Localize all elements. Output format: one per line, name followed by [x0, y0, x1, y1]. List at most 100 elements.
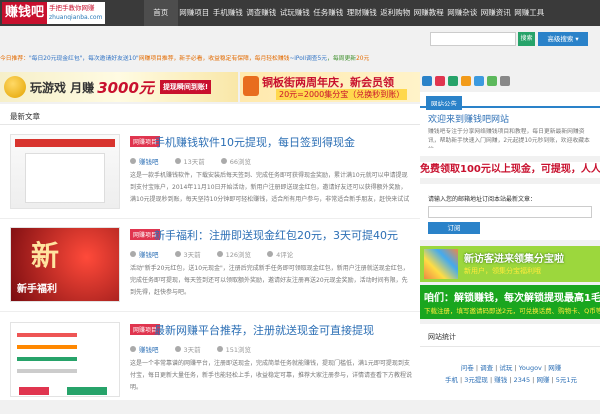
advanced-search-button[interactable]: 高级搜索 ▾	[538, 32, 588, 46]
banner-tag: 提现瞬间到账!	[159, 80, 212, 94]
list-item: 新新手福利 网赚项目 新手福利：注册即送现金红包20元，3天可提40元 赚钱吧 …	[0, 219, 420, 319]
site-logo[interactable]: 赚钱吧 手把手教你网赚 zhuanqianba.com	[2, 2, 114, 24]
post-excerpt: 活动"新手20元红包，送10元现金"，注册后完成新手任务即可领取现金红包，新用户…	[130, 265, 409, 296]
coin-icon	[4, 76, 26, 98]
stats-link[interactable]: 赚钱	[494, 376, 507, 384]
search-button[interactable]: 搜索	[518, 32, 535, 46]
subscribe-label: 请输入您的邮箱地址订阅本站最新文章：	[428, 196, 537, 203]
stats-link[interactable]: Yougov	[519, 364, 542, 372]
stats-link[interactable]: 网赚	[548, 364, 561, 372]
stats-link[interactable]: 手机	[445, 376, 458, 384]
stats-link[interactable]: 2345	[514, 376, 531, 384]
comment-icon	[267, 251, 274, 257]
divider	[420, 346, 600, 347]
nav-item[interactable]: 试玩赚钱	[278, 0, 312, 26]
post-meta: 赚钱吧 3天前 151浏览	[130, 344, 267, 354]
share-renren-icon[interactable]	[461, 76, 471, 86]
ad-title: 咱们：解锁赚钱，每次解锁提现最高1毛钱	[424, 293, 600, 304]
stats-link[interactable]: 5元1元	[556, 376, 577, 384]
share-douban-icon[interactable]	[487, 76, 497, 86]
eye-icon	[220, 158, 227, 164]
post-comments[interactable]: 4评论	[276, 249, 293, 259]
share-bar	[422, 76, 510, 86]
post-title[interactable]: 新手福利：注册即送现金红包20元，3天可提40元	[154, 227, 398, 243]
banner-title: 铜板街两周年庆，新会员领	[262, 76, 394, 89]
ad-subtitle: 下载注册，填写邀请码即送2元，可兑换话费、购物卡、Q币等	[424, 307, 600, 315]
nav-item[interactable]: 网赚工具	[513, 0, 547, 26]
banner-amount: 3000元	[97, 78, 154, 97]
nav-item[interactable]: 返利购物	[379, 0, 413, 26]
gift-icon	[243, 76, 259, 96]
stats-link[interactable]: 网赚	[536, 376, 549, 384]
post-title[interactable]: 手机赚钱软件10元提现，每日签到得现金	[154, 134, 355, 150]
share-tencent-icon[interactable]	[474, 76, 484, 86]
post-thumbnail[interactable]	[10, 322, 120, 397]
notice-text[interactable]: 20元	[356, 56, 369, 62]
nav-item[interactable]: 任务赚钱	[312, 0, 346, 26]
stats-link[interactable]: 试玩	[499, 364, 512, 372]
user-icon	[130, 346, 136, 352]
divider	[0, 124, 420, 125]
banner-game[interactable]: 玩游戏 月赚 3000元 提现瞬间到账!	[0, 72, 238, 102]
post-views: 66浏览	[229, 158, 252, 166]
subscribe-widget: 请输入您的邮箱地址订阅本站最新文章： 订阅	[420, 184, 600, 240]
post-author[interactable]: 赚钱吧	[139, 344, 159, 354]
post-thumbnail[interactable]	[10, 134, 120, 209]
stats-link[interactable]: 3元提现	[464, 376, 488, 384]
sidebar-notice: 网站公告 欢迎来到赚钱吧网站 赚钱吧专注于分享网络赚钱项目和教程，每日更新最新网…	[420, 92, 600, 156]
eye-icon	[216, 251, 223, 257]
nav-item[interactable]: 理财赚钱	[345, 0, 379, 26]
nav-item[interactable]: 手机赚钱	[211, 0, 245, 26]
subscribe-button[interactable]: 订阅	[428, 222, 480, 234]
post-title[interactable]: 最新网赚平台推荐，注册就送现金可直接提现	[154, 322, 374, 338]
nav-item[interactable]: 调查赚钱	[245, 0, 279, 26]
notice-title[interactable]: 欢迎来到赚钱吧网站	[428, 112, 509, 125]
post-date: 3天前	[183, 251, 201, 259]
nav-item[interactable]: 网赚杂谈	[446, 0, 480, 26]
post-meta: 赚钱吧 3天前 126浏览 4评论	[130, 249, 309, 259]
jifenbao-ad[interactable]: 新访客进来领集分宝啦 新用户，领集分宝福利哦	[420, 246, 600, 282]
post-date: 13天前	[183, 158, 205, 166]
ad-title: 新访客进来领集分宝啦	[464, 254, 564, 265]
logo-slogan: 手把手教你网赚	[49, 4, 95, 12]
list-item: 网赚项目 最新网赚平台推荐，注册就送现金可直接提现 赚钱吧 3天前 151浏览 …	[10, 314, 415, 414]
nav-item[interactable]: 网赚项目	[178, 0, 212, 26]
post-thumbnail[interactable]: 新新手福利	[10, 227, 120, 302]
divider	[0, 311, 420, 312]
post-meta: 赚钱吧 13天前 66浏览	[130, 156, 267, 166]
post-excerpt: 这是一款手机赚钱软件，下载安装后每天签到、完成任务即可获得现金奖励，累计满10元…	[130, 172, 410, 203]
banner-tongbanjie[interactable]: 铜板街两周年庆，新会员领 20元=2000集分宝（兑换秒到账）	[240, 72, 420, 102]
nav-item-home[interactable]: 首页	[144, 0, 178, 26]
user-icon	[130, 251, 136, 257]
banner-text: 玩游戏 月赚	[30, 80, 95, 95]
share-weibo-icon[interactable]	[435, 76, 445, 86]
main-nav: 首页 网赚项目 手机赚钱 调查赚钱 试玩赚钱 任务赚钱 理财赚钱 返利购物 网赚…	[144, 0, 546, 26]
notice-link[interactable]: "每日20元现金红包"，每次邀请好友送10"	[29, 56, 139, 62]
post-author[interactable]: 赚钱吧	[139, 156, 159, 166]
post-author[interactable]: 赚钱吧	[139, 249, 159, 259]
article-list: 最新文章 网赚项目 手机赚钱软件10元提现，每日签到得现金 赚钱吧 13天前 6…	[0, 104, 420, 400]
stats-links: 问卷 | 调查 | 试玩 | Yougov | 网赚 手机 | 3元提现 | 赚…	[444, 364, 578, 384]
share-more-icon[interactable]	[500, 76, 510, 86]
stats-link[interactable]: 问卷	[461, 364, 474, 372]
share-wechat-icon[interactable]	[448, 76, 458, 86]
post-excerpt: 这是一个非常靠谱的网赚平台，注册即送现金，完成简单任务就能赚钱，提现门槛低，满1…	[130, 360, 412, 391]
notice-text[interactable]: 网赚项目推荐，新手必看，收益稳定有保障，每月轻松赚钱	[139, 56, 290, 62]
email-field[interactable]	[428, 206, 592, 218]
clock-icon	[174, 346, 181, 352]
clock-icon	[174, 158, 181, 164]
share-qzone-icon[interactable]	[422, 76, 432, 86]
top-navbar: 赚钱吧 手把手教你网赚 zhuanqianba.com 首页 网赚项目 手机赚钱…	[0, 0, 600, 26]
search-input[interactable]	[430, 32, 516, 46]
tangram-icon	[424, 249, 458, 279]
post-views: 126浏览	[225, 251, 252, 259]
unlock-ad[interactable]: 咱们：解锁赚钱，每次解锁提现最高1毛钱 下载注册，填写邀请码即送2元，可兑换话费…	[420, 285, 600, 319]
nav-item[interactable]: 网赚资讯	[479, 0, 513, 26]
nav-item[interactable]: 网赚教程	[412, 0, 446, 26]
banner-subtitle: 20元=2000集分宝（兑换秒到账）	[276, 89, 408, 100]
stats-link[interactable]: 调查	[480, 364, 493, 372]
notice-link[interactable]: ~iPoll调查5元	[289, 56, 327, 62]
list-item: 网赚项目 手机赚钱软件10元提现，每日签到得现金 赚钱吧 13天前 66浏览 这…	[0, 126, 420, 226]
clock-icon	[174, 251, 181, 257]
cash-ad[interactable]: 免费领取100元以上现金，可提现，人人有份!	[420, 162, 600, 178]
